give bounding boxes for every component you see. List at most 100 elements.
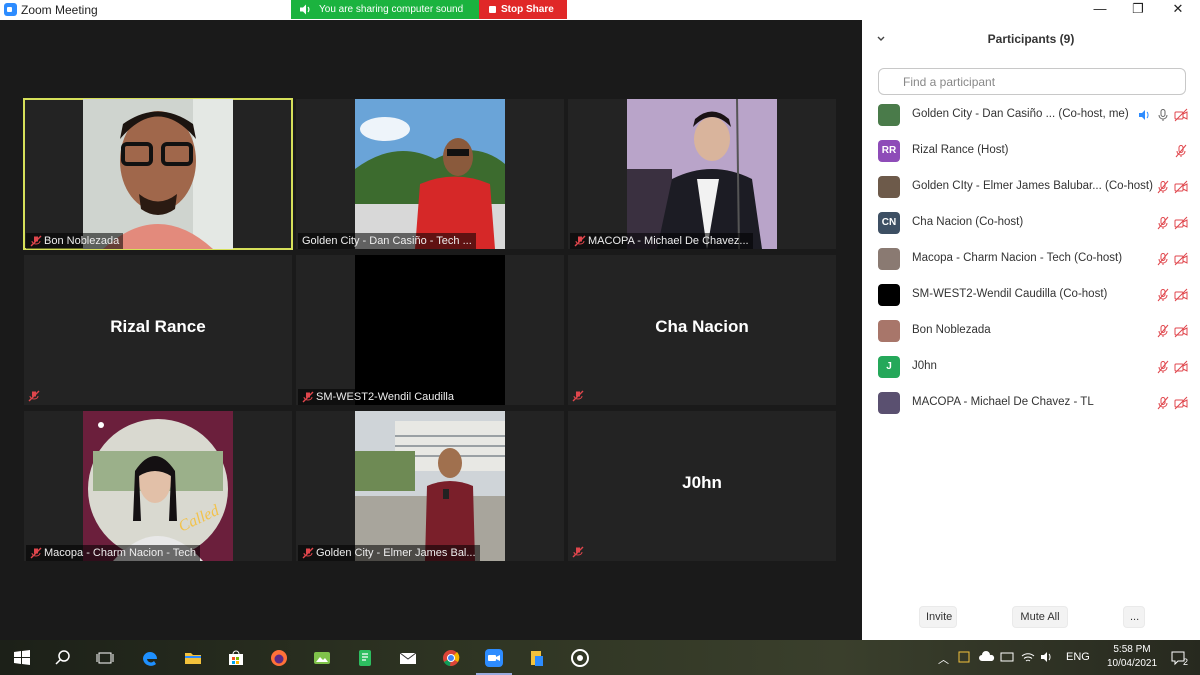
task-view-icon[interactable] [95, 648, 115, 668]
chevron-up-icon[interactable]: ︿ [938, 651, 949, 667]
participant-search-input[interactable] [878, 68, 1186, 95]
participant-name: Rizal Rance [110, 317, 206, 336]
store-icon[interactable] [226, 648, 246, 668]
muted-mic-icon [572, 546, 584, 558]
stop-icon [489, 6, 496, 13]
tile-name-label: Golden City - Dan Casiño - Tech ... [298, 233, 476, 249]
video-tile-dan-casino[interactable]: Golden City - Dan Casiño - Tech ... [296, 99, 564, 249]
windows-start-icon[interactable] [12, 648, 32, 668]
participant-video [355, 99, 505, 249]
mail-icon[interactable] [398, 648, 418, 668]
evernote-icon[interactable] [355, 648, 375, 668]
participant-row[interactable]: MACOPA - Michael De Chavez - TL [862, 387, 1200, 419]
muted-mic-icon[interactable] [1156, 360, 1170, 374]
video-off-icon[interactable] [1174, 252, 1188, 266]
notification-count: 2 [1183, 657, 1189, 667]
video-off-icon[interactable] [1174, 288, 1188, 302]
invite-button[interactable]: Invite [919, 606, 957, 628]
participants-title: Participants (9) [987, 32, 1075, 46]
video-off-icon[interactable] [1174, 396, 1188, 410]
sticky-notes-icon[interactable] [527, 648, 547, 668]
stop-share-label: Stop Share [501, 4, 554, 15]
participant-row[interactable]: CN Cha Nacion (Co-host) [862, 207, 1200, 239]
muted-mic-icon[interactable] [1174, 144, 1188, 158]
video-off-icon[interactable] [1174, 180, 1188, 194]
muted-mic-icon [30, 235, 42, 247]
participant-row[interactable]: Golden CIty - Elmer James Balubar... (Co… [862, 171, 1200, 203]
participant-row[interactable]: Macopa - Charm Nacion - Tech (Co-host) [862, 243, 1200, 275]
wifi-icon[interactable] [1021, 650, 1035, 664]
participant-name: J0hn [682, 473, 722, 492]
sharing-status-text: You are sharing computer sound [319, 4, 464, 15]
video-off-icon[interactable] [1174, 360, 1188, 374]
video-tile-john[interactable]: J0hn [568, 411, 836, 561]
participant-row[interactable]: J J0hn [862, 351, 1200, 383]
language-indicator[interactable]: ENG [1066, 651, 1090, 663]
tile-name-label: Bon Noblezada [26, 233, 124, 249]
clock[interactable]: 5:58 PM 10/04/2021 [1104, 643, 1160, 671]
mute-all-button[interactable]: Mute All [1012, 606, 1068, 628]
video-tile-rizal-rance[interactable]: Rizal Rance [24, 255, 292, 405]
muted-mic-icon[interactable] [1156, 252, 1170, 266]
cloud-icon[interactable] [979, 651, 995, 663]
volume-icon[interactable] [1040, 650, 1054, 664]
muted-mic-icon[interactable] [1156, 288, 1170, 302]
tile-name-label: Golden City - Elmer James Bal... [298, 545, 480, 561]
clock-time: 5:58 PM [1113, 644, 1151, 655]
minimize-button[interactable]: — [1082, 0, 1118, 20]
firefox-icon[interactable] [269, 648, 289, 668]
avatar [878, 284, 900, 306]
video-off-icon[interactable] [1174, 108, 1188, 122]
video-tile-michael-de-chavez[interactable]: MACOPA - Michael De Chavez... [568, 99, 836, 249]
muted-mic-icon [574, 235, 586, 247]
participant-row[interactable]: Bon Noblezada [862, 315, 1200, 347]
obs-icon[interactable] [570, 648, 590, 668]
more-options-button[interactable]: ... [1123, 606, 1145, 628]
close-button[interactable]: ✕ [1160, 0, 1196, 20]
video-off-icon[interactable] [1174, 324, 1188, 338]
title-bar: Zoom Meeting — ❐ ✕ [0, 0, 1200, 20]
video-tile-elmer-james[interactable]: Golden City - Elmer James Bal... [296, 411, 564, 561]
muted-mic-icon[interactable] [1156, 216, 1170, 230]
participant-video [83, 99, 233, 249]
zoom-app-icon[interactable] [484, 648, 504, 668]
clock-date: 10/04/2021 [1106, 658, 1158, 669]
muted-mic-icon [302, 391, 314, 403]
avatar: CN [878, 212, 900, 234]
participant-row[interactable]: Golden City - Dan Casiño ... (Co-host, m… [862, 99, 1200, 131]
window-title: Zoom Meeting [21, 3, 98, 17]
video-tile-bon-noblezada[interactable]: Bon Noblezada [23, 98, 293, 250]
edge-browser-icon[interactable] [140, 648, 160, 668]
security-icon[interactable] [957, 650, 971, 664]
participant-video [355, 411, 505, 561]
avatar [878, 248, 900, 270]
participant-row[interactable]: RR Rizal Rance (Host) [862, 135, 1200, 167]
muted-mic-icon[interactable] [1156, 396, 1170, 410]
video-off-icon[interactable] [1174, 216, 1188, 230]
restore-button[interactable]: ❐ [1120, 0, 1156, 20]
video-tile-charm-nacion[interactable]: Called Macopa - Charm Nacion - Tech [24, 411, 292, 561]
participant-row[interactable]: SM-WEST2-Wendil Caudilla (Co-host) [862, 279, 1200, 311]
stop-share-button[interactable]: Stop Share [479, 0, 567, 19]
muted-mic-icon[interactable] [1156, 324, 1170, 338]
video-gallery: Bon Noblezada Golden City - Dan Casiño -… [0, 20, 862, 640]
video-tile-cha-nacion[interactable]: Cha Nacion [568, 255, 836, 405]
mic-icon[interactable] [1156, 108, 1170, 122]
windows-taskbar: ︿ ENG 5:58 PM 10/04/2021 2 [0, 640, 1200, 675]
file-explorer-icon[interactable] [183, 648, 203, 668]
sharing-status: You are sharing computer sound [291, 0, 479, 19]
photos-app-icon[interactable] [312, 648, 332, 668]
avatar [878, 104, 900, 126]
tile-name-label: MACOPA - Michael De Chavez... [570, 233, 753, 249]
chrome-icon[interactable] [441, 648, 461, 668]
muted-mic-icon[interactable] [1156, 180, 1170, 194]
muted-mic-icon [572, 390, 584, 402]
meet-now-icon[interactable] [1000, 650, 1014, 664]
participant-video: Called [83, 411, 233, 561]
video-tile-wendil-caudilla[interactable]: SM-WEST2-Wendil Caudilla [296, 255, 564, 405]
avatar [878, 320, 900, 342]
tile-name-label: Macopa - Charm Nacion - Tech [26, 545, 201, 561]
search-icon[interactable] [53, 648, 73, 668]
speaker-icon [300, 4, 310, 15]
avatar [878, 176, 900, 198]
